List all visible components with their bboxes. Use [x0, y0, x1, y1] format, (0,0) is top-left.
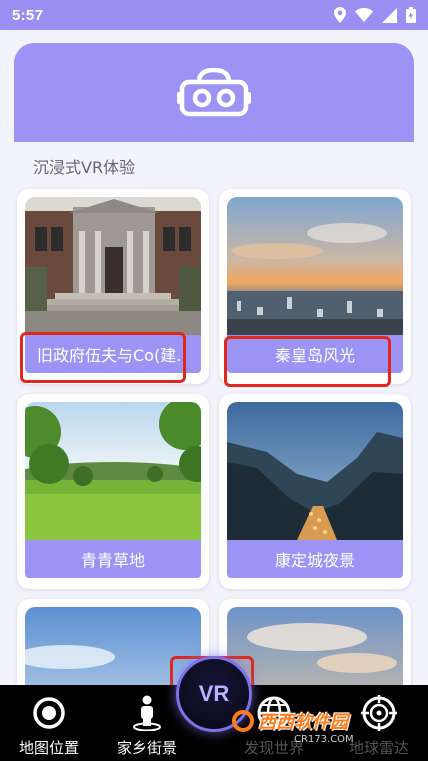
radar-icon — [361, 695, 397, 731]
status-bar: 5:57 — [0, 0, 428, 30]
card-thumbnail — [227, 607, 403, 685]
nav-label: 地球雷达 — [348, 739, 409, 757]
nav-label: 地图位置 — [18, 739, 79, 757]
vr-center-button[interactable]: VR — [176, 656, 252, 732]
card-label: 旧政府伍夫与Co(建. — [25, 335, 201, 373]
map-location-icon — [33, 697, 65, 729]
vr-card-5[interactable] — [17, 599, 209, 685]
card-thumbnail — [227, 402, 403, 540]
vr-card-qinhuangdao[interactable]: 秦皇岛风光 — [219, 189, 411, 384]
section-title: 沉浸式VR体验 — [33, 158, 136, 177]
nav-label: 家乡街景 — [116, 739, 177, 757]
nav-label: 发现世界 — [243, 739, 304, 757]
card-label: 康定城夜景 — [227, 540, 403, 578]
card-thumbnail — [25, 402, 201, 540]
vr-card-6[interactable] — [219, 599, 411, 685]
vr-card-kangding[interactable]: 康定城夜景 — [219, 394, 411, 589]
card-label: 秦皇岛风光 — [227, 335, 403, 373]
card-thumbnail — [25, 607, 201, 685]
wifi-icon — [355, 8, 373, 22]
globe-icon — [257, 696, 291, 730]
battery-icon — [406, 7, 416, 23]
vr-headset-icon — [177, 67, 251, 116]
vr-card-grassland[interactable]: 青青草地 — [17, 394, 209, 589]
nav-item-map-location[interactable]: 地图位置 — [4, 685, 94, 761]
vr-banner[interactable] — [14, 43, 414, 142]
vr-card-old-government[interactable]: 旧政府伍夫与Co(建. — [17, 189, 209, 384]
card-thumbnail — [227, 197, 403, 335]
location-icon — [334, 7, 346, 23]
main-content: 沉浸式VR体验 旧政府伍夫与Co(建. 秦皇岛风光 青青草地 康定城夜景 — [0, 30, 428, 685]
nav-item-earth-radar[interactable]: 地球雷达 — [334, 685, 424, 761]
status-time: 5:57 — [12, 6, 44, 24]
signal-icon — [382, 7, 397, 23]
card-label: 青青草地 — [25, 540, 201, 578]
street-view-person-icon — [133, 695, 161, 731]
card-thumbnail — [25, 197, 201, 335]
